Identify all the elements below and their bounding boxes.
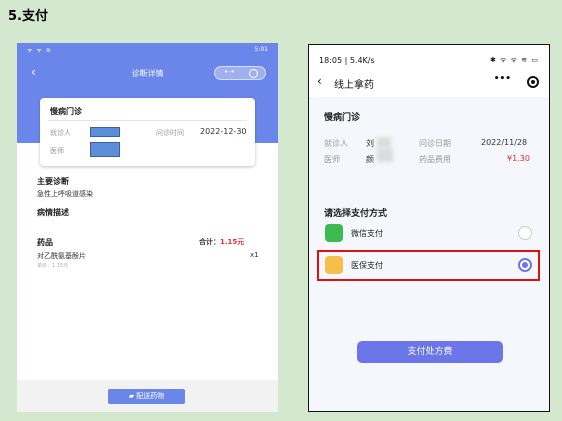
status-bar: 18:05 | 5.4K/s ✱ ᯤ ᯤ ≋ ▭ <box>309 45 549 67</box>
patient-label: 就诊人 <box>50 129 71 137</box>
left-phone-screenshot: ᯤ ᯤ ≋ 5:01 ‹ 诊断详情 •·• 慢病门诊 就诊人 问诊时间 2022… <box>17 43 278 412</box>
status-icons: ✱ ᯤ ᯤ ≋ ▭ <box>489 56 539 64</box>
signal-icon: ᯤ ᯤ ≋ <box>27 47 52 54</box>
wechat-pay-label: 微信支付 <box>351 229 383 238</box>
back-icon[interactable]: ‹ <box>317 74 322 88</box>
redaction-blur <box>377 137 391 147</box>
redaction-blur <box>377 148 393 162</box>
clinic-title: 慢病门诊 <box>324 113 361 123</box>
visit-date-value: 2022/11/28 <box>481 138 528 147</box>
drug-qty: x1 <box>250 251 259 259</box>
visit-time-label: 问诊时间 <box>156 129 184 137</box>
card-notch-right <box>275 117 278 123</box>
redaction-box <box>90 127 120 137</box>
clinic-card: 慢病门诊 就诊人 问诊时间 2022-12-30 医师 <box>40 98 255 166</box>
drug-title: 药品 <box>37 238 53 247</box>
visit-date-label: 问诊日期 <box>419 139 451 148</box>
diagnosis-title: 主要诊断 <box>37 177 69 186</box>
divider <box>48 120 247 121</box>
pay-method-title: 请选择支付方式 <box>324 209 388 219</box>
pay-prescription-button[interactable]: 支付处方费 <box>357 341 503 363</box>
total-row: 合计：1.15元 <box>199 237 244 247</box>
deliver-drugs-button[interactable]: ▰ 配送药物 <box>108 389 185 404</box>
drug-fee-label: 药品费用 <box>419 155 451 164</box>
unit-price: 单价：1.15元 <box>37 263 69 269</box>
right-phone-screenshot: 18:05 | 5.4K/s ✱ ᯤ ᯤ ≋ ▭ ‹ 线上拿药 ••• 慢病门诊… <box>308 44 550 412</box>
insurance-card-icon <box>325 256 343 274</box>
diagnosis-value: 急性上呼吸道感染 <box>37 190 93 198</box>
page-title: 线上拿药 <box>334 80 374 91</box>
wechat-radio[interactable] <box>518 226 532 240</box>
mini-program-capsule[interactable]: •·• <box>214 66 266 80</box>
more-icon[interactable]: •·• <box>224 68 234 76</box>
insurance-pay-label: 医保支付 <box>351 261 383 270</box>
close-target-icon[interactable] <box>249 69 258 78</box>
wechat-pay-option[interactable]: 微信支付 <box>317 219 539 249</box>
nav-bar: ‹ 诊断详情 •·• <box>17 63 278 83</box>
doctor-value: 颜 <box>366 155 374 164</box>
drug-name: 对乙酰氨基酚片 <box>37 252 86 260</box>
patient-label: 就诊人 <box>324 139 348 148</box>
bottom-bar: ▰ 配送药物 <box>17 380 278 412</box>
doctor-label: 医师 <box>324 155 340 164</box>
more-icon[interactable]: ••• <box>494 74 511 84</box>
status-time: 5:01 <box>254 46 268 53</box>
deliver-button-label: 配送药物 <box>136 392 165 400</box>
card-title: 慢病门诊 <box>50 107 82 116</box>
status-bar: ᯤ ᯤ ≋ 5:01 <box>17 43 278 57</box>
total-value: 1.15元 <box>220 238 245 246</box>
wechat-icon <box>325 224 343 242</box>
patient-value: 刘 <box>366 139 374 148</box>
nav-bar: ‹ 线上拿药 ••• <box>309 67 549 97</box>
doctor-label: 医师 <box>50 147 64 155</box>
medical-insurance-option[interactable]: 医保支付 <box>317 251 539 281</box>
drug-fee-value: ¥1.30 <box>507 154 530 163</box>
close-target-icon[interactable] <box>527 76 539 88</box>
status-time: 18:05 | 5.4K/s <box>319 56 375 65</box>
redaction-box <box>90 142 120 157</box>
condition-title: 病情描述 <box>37 208 69 217</box>
insurance-radio[interactable] <box>518 258 532 272</box>
step-title: 5.支付 <box>8 9 48 24</box>
visit-time-value: 2022-12-30 <box>200 127 247 136</box>
total-label: 合计： <box>199 238 220 246</box>
